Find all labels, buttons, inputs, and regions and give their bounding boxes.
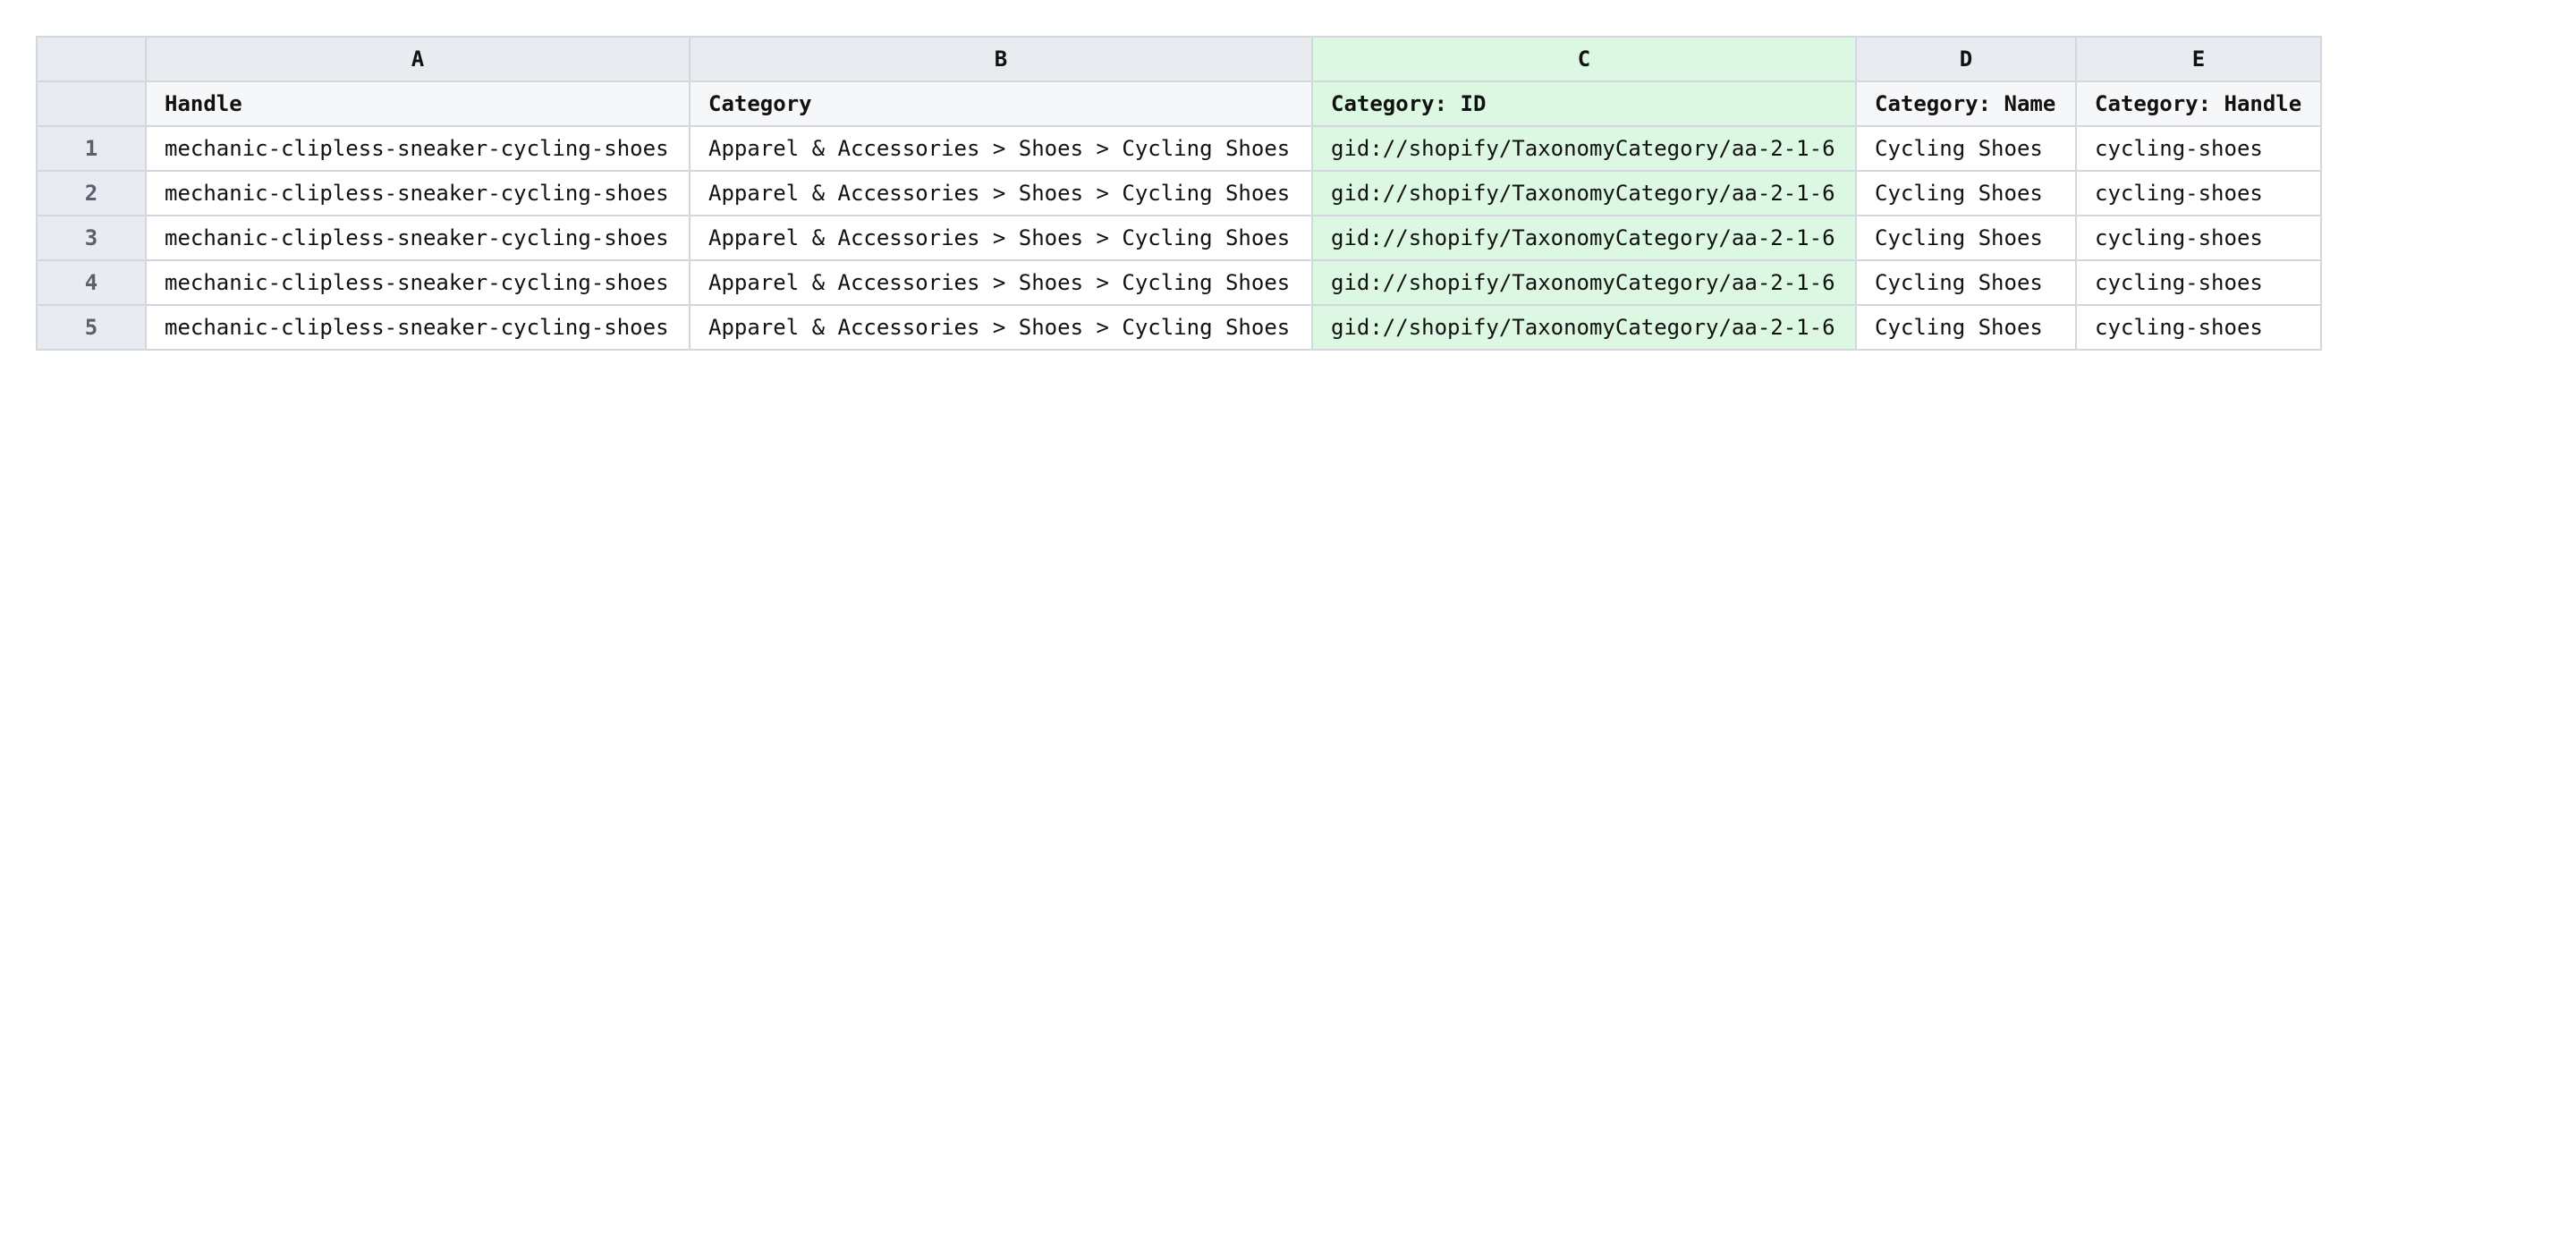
cell-category-id[interactable]: gid://shopify/TaxonomyCategory/aa-2-1-6: [1311, 259, 1857, 306]
row-header[interactable]: 4: [36, 259, 147, 306]
spreadsheet: A B C D E Handle Category Category: ID C…: [36, 36, 2322, 351]
cell-handle[interactable]: mechanic-clipless-sneaker-cycling-shoes: [145, 215, 691, 261]
cell-category-handle[interactable]: cycling-shoes: [2075, 259, 2322, 306]
cell-category[interactable]: Apparel & Accessories > Shoes > Cycling …: [689, 304, 1313, 351]
cell-category-handle[interactable]: cycling-shoes: [2075, 170, 2322, 216]
cell-category-name[interactable]: Cycling Shoes: [1855, 259, 2077, 306]
column-header-c[interactable]: C: [1311, 36, 1857, 82]
cell-category-id[interactable]: gid://shopify/TaxonomyCategory/aa-2-1-6: [1311, 304, 1857, 351]
cell-category-name[interactable]: Cycling Shoes: [1855, 304, 2077, 351]
cell-category-name[interactable]: Cycling Shoes: [1855, 170, 2077, 216]
cell-category-handle[interactable]: cycling-shoes: [2075, 304, 2322, 351]
cell-category-handle[interactable]: cycling-shoes: [2075, 125, 2322, 172]
table-row: 3 mechanic-clipless-sneaker-cycling-shoe…: [36, 215, 2322, 261]
field-name-cell[interactable]: Category: [689, 80, 1313, 127]
cell-category-id[interactable]: gid://shopify/TaxonomyCategory/aa-2-1-6: [1311, 125, 1857, 172]
column-header-e[interactable]: E: [2075, 36, 2322, 82]
cell-category-id[interactable]: gid://shopify/TaxonomyCategory/aa-2-1-6: [1311, 170, 1857, 216]
cell-category[interactable]: Apparel & Accessories > Shoes > Cycling …: [689, 125, 1313, 172]
cell-category[interactable]: Apparel & Accessories > Shoes > Cycling …: [689, 215, 1313, 261]
row-header[interactable]: 2: [36, 170, 147, 216]
cell-handle[interactable]: mechanic-clipless-sneaker-cycling-shoes: [145, 170, 691, 216]
cell-handle[interactable]: mechanic-clipless-sneaker-cycling-shoes: [145, 304, 691, 351]
row-header[interactable]: 3: [36, 215, 147, 261]
cell-category-name[interactable]: Cycling Shoes: [1855, 215, 2077, 261]
cell-handle[interactable]: mechanic-clipless-sneaker-cycling-shoes: [145, 259, 691, 306]
cell-category[interactable]: Apparel & Accessories > Shoes > Cycling …: [689, 259, 1313, 306]
row-header[interactable]: 1: [36, 125, 147, 172]
row-header-fields[interactable]: [36, 80, 147, 127]
column-header-d[interactable]: D: [1855, 36, 2077, 82]
cell-category[interactable]: Apparel & Accessories > Shoes > Cycling …: [689, 170, 1313, 216]
field-name-cell[interactable]: Category: Name: [1855, 80, 2077, 127]
select-all-corner[interactable]: [36, 36, 147, 82]
spreadsheet-grid: A B C D E Handle Category Category: ID C…: [36, 36, 2322, 351]
cell-category-name[interactable]: Cycling Shoes: [1855, 125, 2077, 172]
cell-category-handle[interactable]: cycling-shoes: [2075, 215, 2322, 261]
table-row: 4 mechanic-clipless-sneaker-cycling-shoe…: [36, 259, 2322, 306]
table-row: 5 mechanic-clipless-sneaker-cycling-shoe…: [36, 304, 2322, 351]
row-header[interactable]: 5: [36, 304, 147, 351]
table-row: 1 mechanic-clipless-sneaker-cycling-shoe…: [36, 125, 2322, 172]
table-row: 2 mechanic-clipless-sneaker-cycling-shoe…: [36, 170, 2322, 216]
cell-handle[interactable]: mechanic-clipless-sneaker-cycling-shoes: [145, 125, 691, 172]
field-name-cell[interactable]: Category: ID: [1311, 80, 1857, 127]
field-name-row: Handle Category Category: ID Category: N…: [36, 80, 2322, 127]
field-name-cell[interactable]: Category: Handle: [2075, 80, 2322, 127]
column-header-a[interactable]: A: [145, 36, 691, 82]
cell-category-id[interactable]: gid://shopify/TaxonomyCategory/aa-2-1-6: [1311, 215, 1857, 261]
field-name-cell[interactable]: Handle: [145, 80, 691, 127]
column-header-row: A B C D E: [36, 36, 2322, 82]
column-header-b[interactable]: B: [689, 36, 1313, 82]
